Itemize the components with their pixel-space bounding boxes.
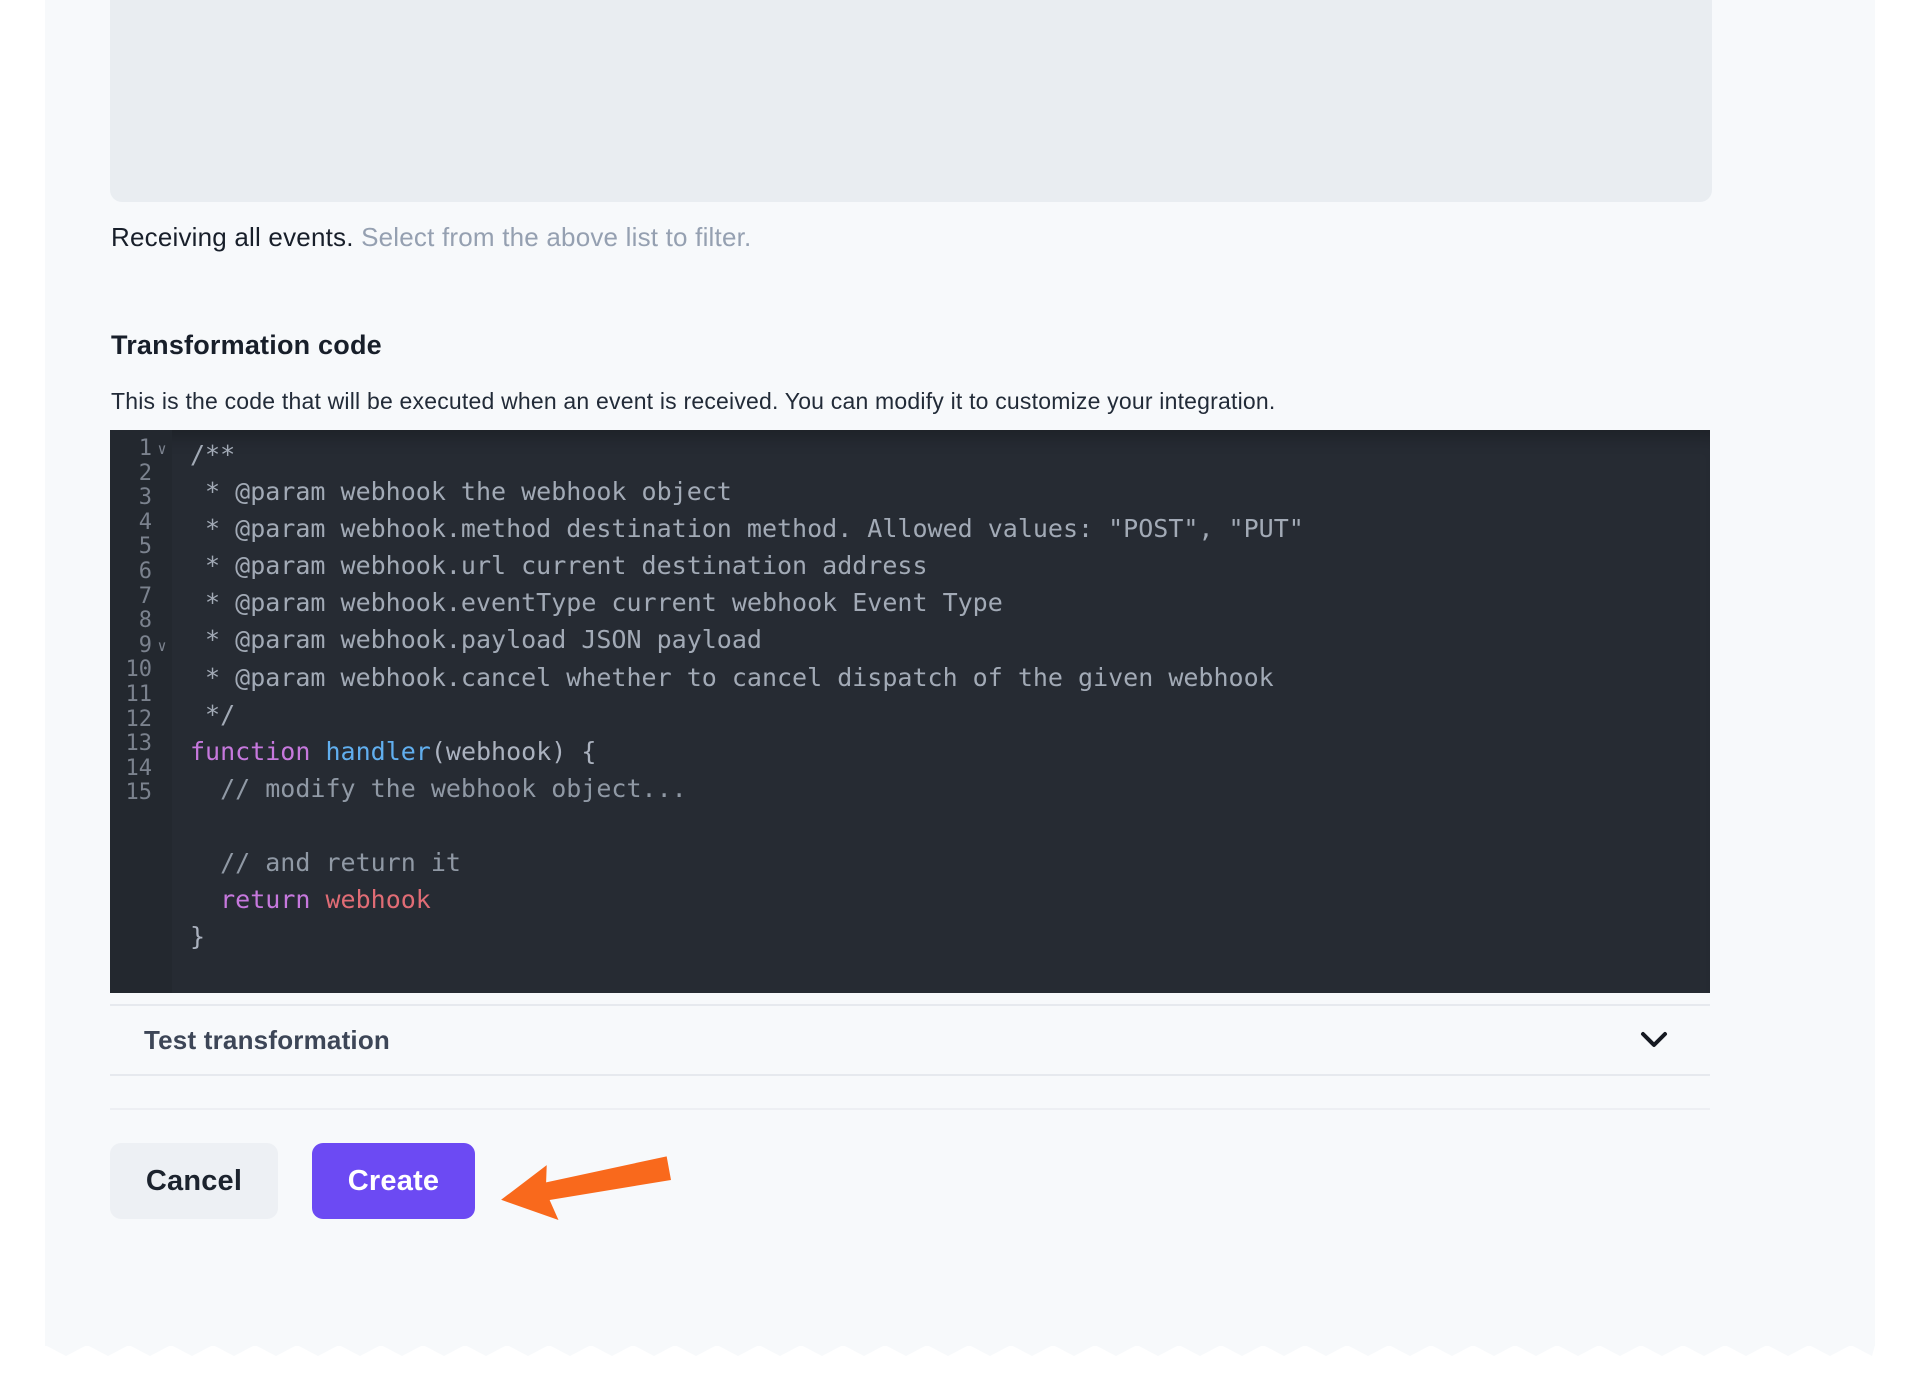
code-line[interactable] [190, 807, 1710, 844]
code-line[interactable]: * @param webhook.eventType current webho… [190, 584, 1710, 621]
endpoint-form-card: Receiving all events. Select from the ab… [45, 0, 1875, 1346]
line-number-row: 6 [110, 560, 172, 585]
line-number-row: 11 [110, 683, 172, 708]
code-line[interactable]: } [190, 918, 1710, 955]
line-number-row: 4 [110, 511, 172, 536]
code-line[interactable]: */ [190, 696, 1710, 733]
line-number: 14 [126, 757, 153, 782]
divider [110, 1108, 1710, 1110]
create-button[interactable]: Create [312, 1143, 475, 1219]
event-types-list-panel [110, 0, 1712, 202]
code-line[interactable]: * @param webhook the webhook object [190, 473, 1710, 510]
editor-gutter: 1∨23456789∨101112131415 [110, 430, 172, 993]
code-line[interactable]: // and return it [190, 844, 1710, 881]
test-transformation-label: Test transformation [144, 1025, 390, 1056]
line-number-row: 9∨ [110, 634, 172, 659]
code-line[interactable]: * @param webhook.method destination meth… [190, 510, 1710, 547]
line-number: 9 [139, 634, 152, 659]
divider [110, 1004, 1710, 1006]
line-number-row: 1∨ [110, 437, 172, 462]
test-transformation-toggle[interactable]: Test transformation [110, 1008, 1710, 1072]
code-line[interactable]: return webhook [190, 881, 1710, 918]
line-number-row: 3 [110, 486, 172, 511]
transformation-code-editor[interactable]: 1∨23456789∨101112131415 /** * @param web… [110, 430, 1710, 993]
line-number-row: 8 [110, 609, 172, 634]
line-number: 1 [139, 437, 152, 462]
filter-note: Receiving all events. Select from the ab… [111, 222, 751, 253]
transformation-code-description: This is the code that will be executed w… [111, 388, 1276, 415]
filter-note-hint: Select from the above list to filter. [361, 222, 751, 252]
line-number: 4 [139, 511, 152, 536]
code-line[interactable]: // modify the webhook object... [190, 770, 1710, 807]
line-number: 5 [139, 535, 152, 560]
line-number-row: 10 [110, 658, 172, 683]
line-number-row: 7 [110, 585, 172, 610]
line-number: 6 [139, 560, 152, 585]
filter-note-main: Receiving all events. [111, 222, 354, 252]
code-line[interactable]: function handler(webhook) { [190, 733, 1710, 770]
line-number-row: 12 [110, 708, 172, 733]
line-number-row: 2 [110, 462, 172, 487]
line-number-row: 14 [110, 757, 172, 782]
line-number-row: 5 [110, 535, 172, 560]
line-number: 10 [126, 658, 153, 683]
line-number: 12 [126, 708, 153, 733]
line-number: 2 [139, 462, 152, 487]
chevron-down-icon [1640, 1031, 1668, 1049]
line-number: 8 [139, 609, 152, 634]
line-number: 7 [139, 585, 152, 610]
code-line[interactable]: /** [190, 436, 1710, 473]
line-number: 3 [139, 486, 152, 511]
divider [110, 1074, 1710, 1076]
transformation-code-title: Transformation code [111, 330, 382, 361]
line-number-row: 13 [110, 732, 172, 757]
fold-chevron-icon[interactable]: ∨ [152, 437, 172, 462]
code-line[interactable]: * @param webhook.cancel whether to cance… [190, 659, 1710, 696]
card-bottom-edge [45, 1345, 1875, 1358]
line-number: 13 [126, 732, 153, 757]
fold-chevron-icon[interactable]: ∨ [152, 634, 172, 659]
line-number: 11 [126, 683, 153, 708]
editor-code-area[interactable]: /** * @param webhook the webhook object … [172, 430, 1710, 993]
line-number-row: 15 [110, 781, 172, 806]
cancel-button[interactable]: Cancel [110, 1143, 278, 1219]
code-line[interactable]: * @param webhook.payload JSON payload [190, 621, 1710, 658]
code-line[interactable]: * @param webhook.url current destination… [190, 547, 1710, 584]
line-number: 15 [126, 781, 153, 806]
